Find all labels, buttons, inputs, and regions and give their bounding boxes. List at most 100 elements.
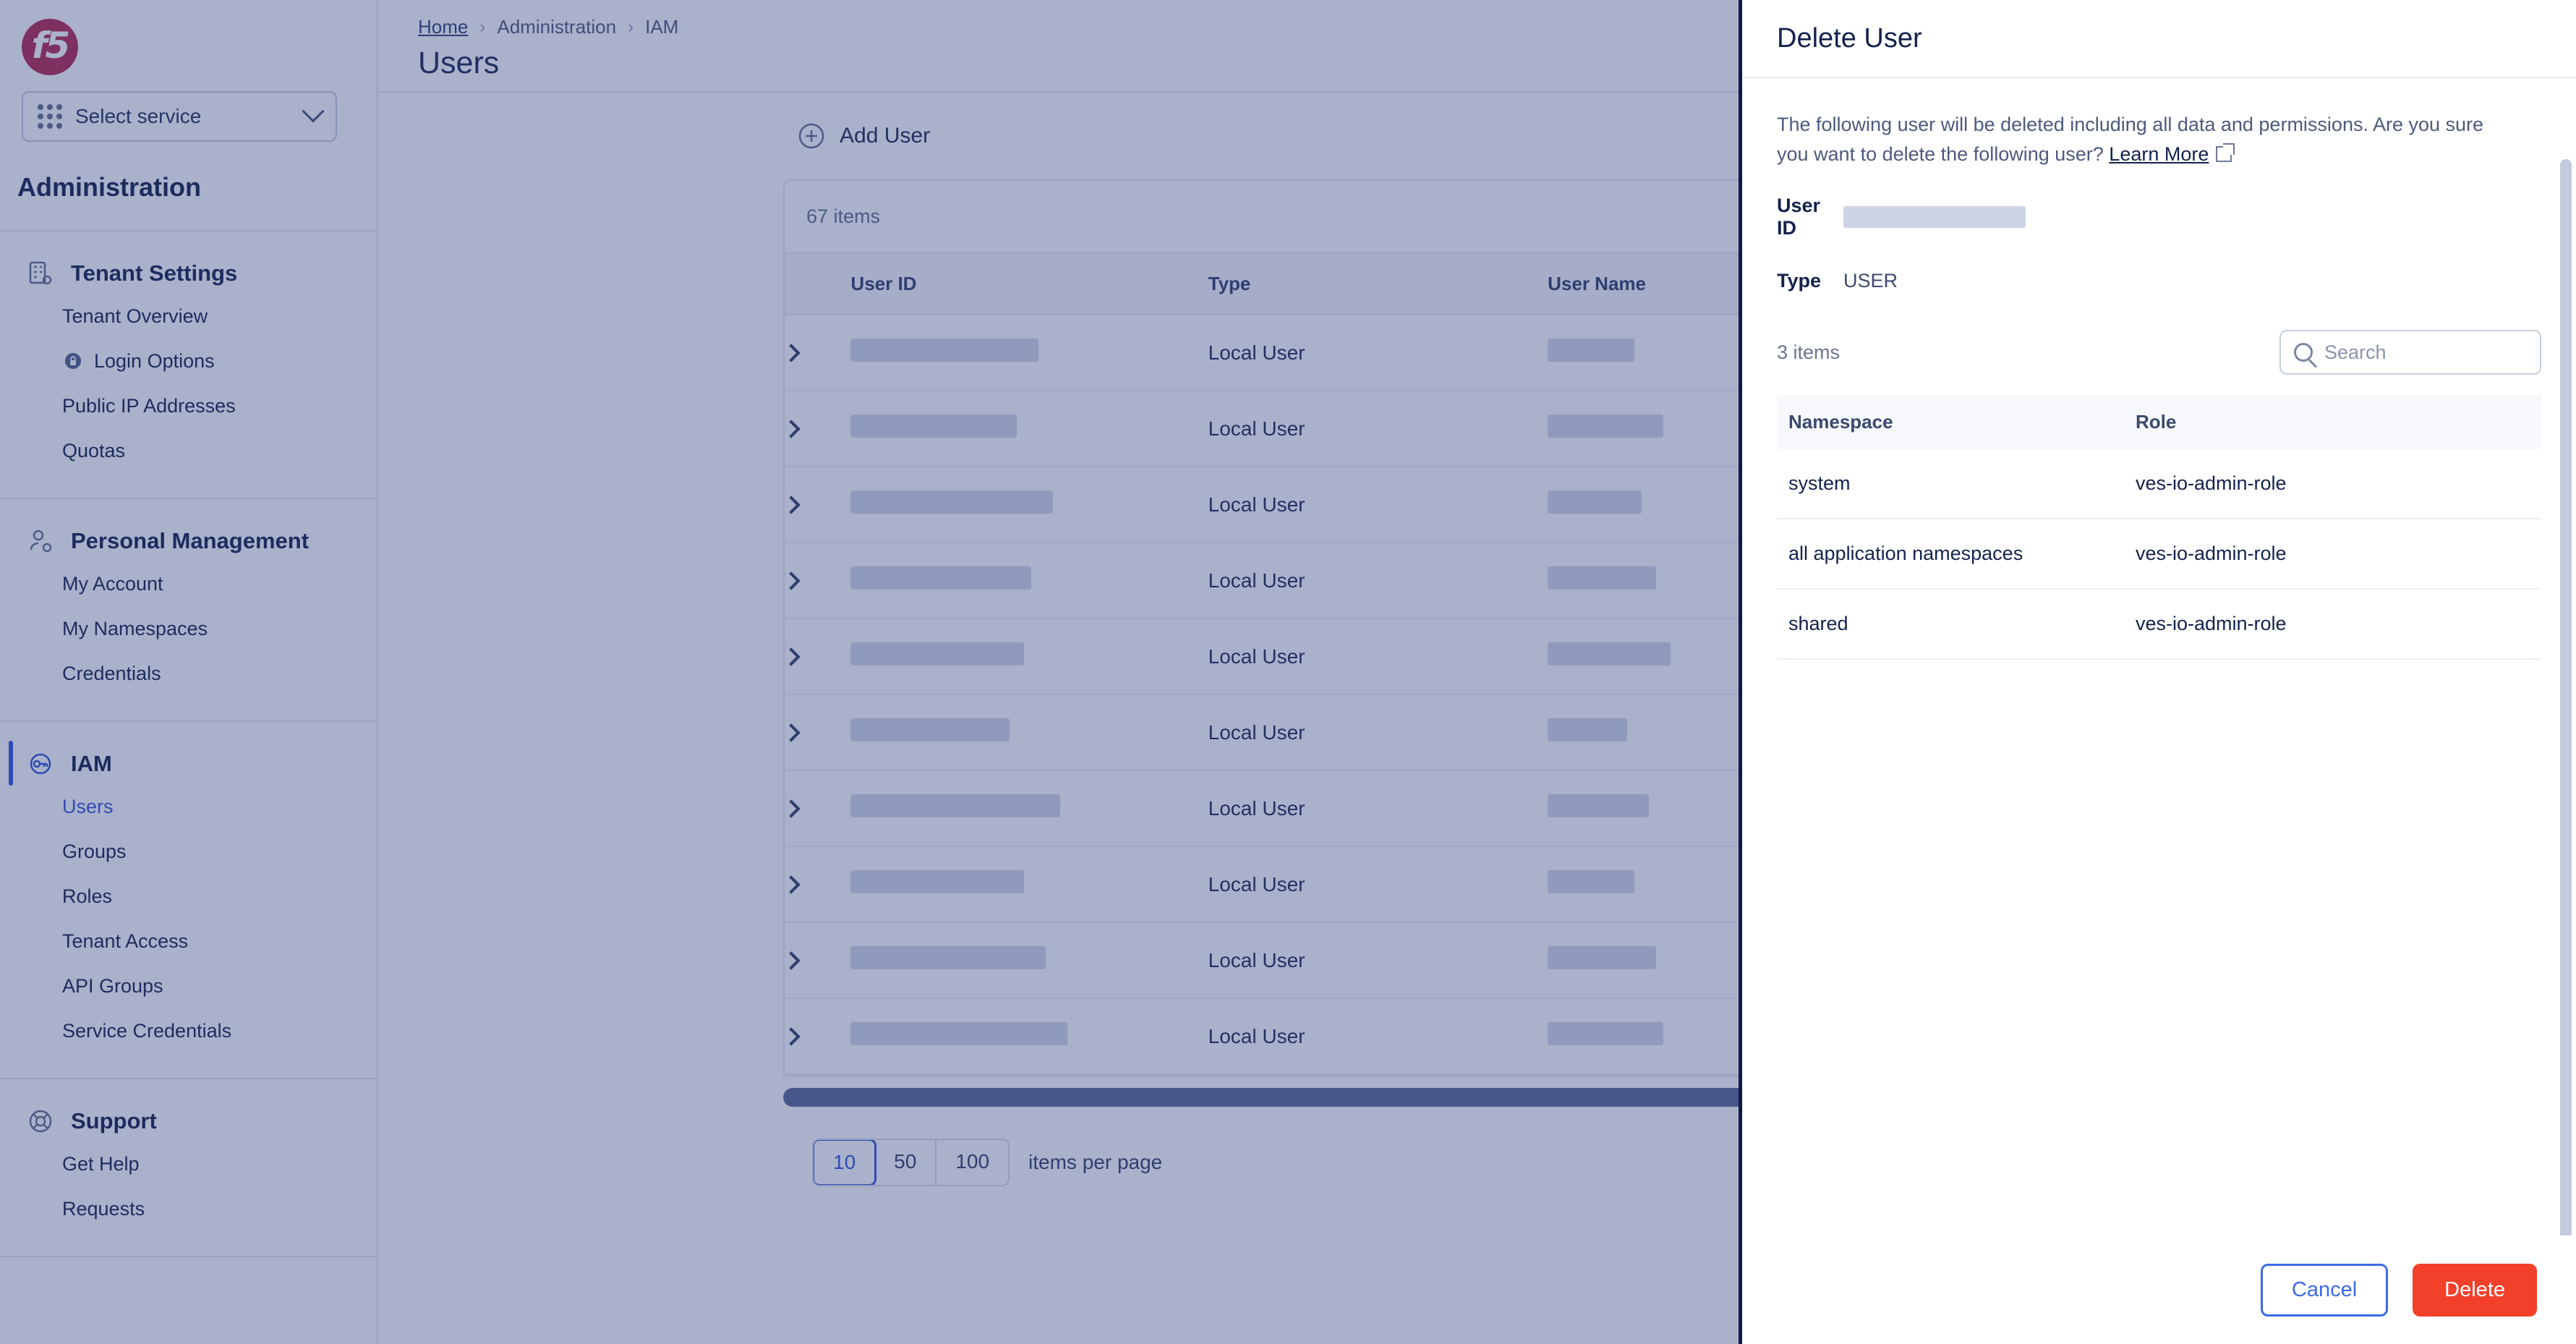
drawer-user-id-label: User ID — [1777, 195, 1821, 239]
add-user-label: Add User — [840, 124, 931, 148]
sidebar-item-roles[interactable]: Roles — [0, 874, 377, 919]
chevron-right-icon — [782, 343, 801, 362]
row-expand-toggle[interactable] — [782, 998, 851, 1075]
cell-type: Local User — [1208, 315, 1548, 391]
row-expand-toggle[interactable] — [782, 618, 851, 695]
cancel-button[interactable]: Cancel — [2260, 1263, 2389, 1317]
column-header-user-id[interactable]: User ID — [850, 252, 1208, 315]
nav-group-label: Support — [71, 1108, 157, 1134]
cell-user-id — [850, 694, 1208, 771]
sidebar-item-label: Users — [62, 795, 114, 817]
sidebar-item-label: Service Credentials — [62, 1019, 232, 1042]
nav-group-tenant-settings: Tenant Settings Tenant Overview Login Op… — [0, 231, 377, 499]
sidebar-item-tenant-access[interactable]: Tenant Access — [0, 919, 377, 964]
row-expand-toggle[interactable] — [782, 922, 851, 999]
sidebar-item-label: Credentials — [62, 662, 161, 684]
cell-type: Local User — [1208, 770, 1548, 847]
column-header-type[interactable]: Type — [1208, 252, 1548, 315]
drawer-footer: Cancel Delete — [1742, 1235, 2576, 1344]
service-selector-label: Select service — [75, 105, 202, 127]
sidebar-item-requests[interactable]: Requests — [0, 1186, 377, 1231]
nav-group-header-iam[interactable]: IAM — [0, 744, 377, 784]
sidebar-item-api-groups[interactable]: API Groups — [0, 964, 377, 1008]
sidebar-item-service-credentials[interactable]: Service Credentials — [0, 1008, 377, 1053]
cell-user-id — [850, 922, 1208, 999]
drawer-table-body: system ves-io-admin-role all application n… — [1777, 449, 2541, 660]
nav-group-iam: IAM Users Groups Roles Tenant Access API… — [0, 722, 377, 1079]
sidebar-item-credentials[interactable]: Credentials — [0, 651, 377, 696]
sidebar-item-quotas[interactable]: Quotas — [0, 428, 377, 473]
breadcrumb-item-home[interactable]: Home — [418, 16, 468, 38]
nav-group-header-support[interactable]: Support — [0, 1101, 377, 1141]
chevron-right-icon — [782, 647, 801, 666]
chevron-right-icon — [782, 875, 801, 894]
sidebar-item-label: API Groups — [62, 974, 163, 997]
drawer-search-box[interactable] — [2279, 330, 2541, 375]
nav-group-header-tenant-settings[interactable]: Tenant Settings — [0, 253, 377, 294]
nav-group-label: IAM — [71, 751, 112, 776]
row-expand-toggle[interactable] — [782, 770, 851, 847]
delete-button[interactable]: Delete — [2413, 1263, 2537, 1317]
nav-group-header-personal-management[interactable]: Personal Management — [0, 521, 377, 561]
drawer-vertical-scrollbar[interactable] — [2560, 159, 2572, 1235]
drawer-type-value: USER — [1843, 269, 1898, 292]
sidebar-item-my-namespaces[interactable]: My Namespaces — [0, 606, 377, 651]
drawer-description: The following user will be deleted inclu… — [1777, 110, 2507, 169]
sidebar-item-label: Login Options — [94, 349, 215, 372]
drawer-items-count: 3 items — [1777, 341, 1841, 363]
sidebar-item-public-ip-addresses[interactable]: Public IP Addresses — [0, 383, 377, 428]
building-settings-icon — [26, 259, 55, 288]
cell-type: Local User — [1208, 846, 1548, 923]
search-icon — [2294, 343, 2313, 362]
sidebar-item-users[interactable]: Users — [0, 784, 377, 829]
service-selector[interactable]: Select service — [22, 91, 337, 142]
drawer-type-label: Type — [1777, 269, 1822, 292]
cell-namespace: all application namespaces — [1777, 519, 2124, 590]
sidebar-item-get-help[interactable]: Get Help — [0, 1141, 377, 1186]
row-expand-toggle[interactable] — [782, 543, 851, 619]
sidebar-item-label: Roles — [62, 885, 113, 907]
row-expand-toggle[interactable] — [782, 694, 851, 771]
sidebar-item-groups[interactable]: Groups — [0, 829, 377, 874]
chevron-down-icon — [302, 100, 325, 123]
breadcrumb-item-administration[interactable]: Administration — [497, 16, 616, 38]
items-per-page-10[interactable]: 10 — [814, 1140, 877, 1185]
drawer-type-row: Type USER — [1777, 265, 2541, 297]
chevron-right-icon — [782, 950, 801, 970]
f5-logo-text: f5 — [31, 25, 71, 67]
cell-user-id — [850, 618, 1208, 695]
sidebar-item-my-account[interactable]: My Account — [0, 561, 377, 606]
sidebar-item-label: Groups — [62, 840, 127, 862]
nav-group-label: Tenant Settings — [71, 260, 238, 286]
drawer-table-toolbar: 3 items — [1777, 330, 2541, 375]
row-expand-toggle[interactable] — [782, 467, 851, 543]
list-item: system ves-io-admin-role — [1777, 449, 2541, 520]
nav-group-label: Personal Management — [71, 528, 310, 553]
add-user-button[interactable]: Add User — [798, 122, 930, 150]
row-expand-toggle[interactable] — [782, 846, 851, 923]
cell-user-id — [850, 467, 1208, 543]
lock-icon — [62, 350, 84, 372]
cell-role: ves-io-admin-role — [2124, 519, 2541, 590]
cell-user-id — [850, 846, 1208, 923]
cell-namespace: shared — [1777, 589, 2124, 660]
items-per-page-100[interactable]: 100 — [937, 1140, 1008, 1185]
search-input[interactable] — [2324, 341, 2527, 364]
drawer-user-id-value — [1843, 206, 2026, 229]
drawer-body: The following user will be deleted inclu… — [1742, 78, 2576, 1235]
drawer-header: Delete User — [1742, 0, 2576, 78]
sidebar-item-label: Public IP Addresses — [62, 394, 236, 417]
sidebar-item-tenant-overview[interactable]: Tenant Overview — [0, 294, 377, 339]
expand-column-header — [785, 252, 851, 315]
nav-group-personal-management: Personal Management My Account My Namesp… — [0, 499, 377, 722]
row-expand-toggle[interactable] — [782, 315, 851, 391]
items-per-page-50[interactable]: 50 — [875, 1140, 937, 1185]
cell-role: ves-io-admin-role — [2124, 449, 2541, 520]
cell-role: ves-io-admin-role — [2124, 589, 2541, 660]
learn-more-link[interactable]: Learn More — [2109, 143, 2209, 165]
grid-icon — [38, 104, 62, 129]
breadcrumb-item-iam[interactable]: IAM — [645, 16, 678, 38]
row-expand-toggle[interactable] — [782, 391, 851, 467]
sidebar-item-login-options[interactable]: Login Options — [0, 339, 377, 383]
sidebar-section-title: Administration — [0, 142, 377, 231]
